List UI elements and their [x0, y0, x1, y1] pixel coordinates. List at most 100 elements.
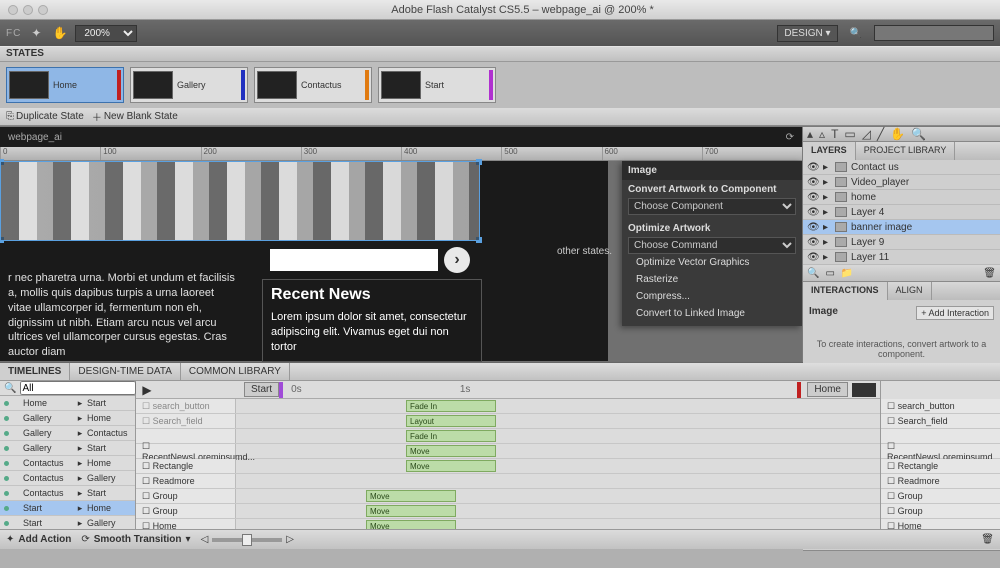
- transition-row[interactable]: Gallery▸Start: [0, 441, 135, 456]
- visibility-icon[interactable]: 👁: [807, 162, 819, 173]
- timeline-trash-icon[interactable]: 🗑: [981, 534, 994, 545]
- transition-row[interactable]: Contactus▸Gallery: [0, 471, 135, 486]
- visibility-icon[interactable]: 👁: [807, 192, 819, 203]
- transition-row[interactable]: Gallery▸Contactus: [0, 426, 135, 441]
- timeline-track[interactable]: ☐ search_buttonFade In: [136, 399, 880, 414]
- playhead-end[interactable]: [797, 382, 801, 398]
- timeline-filter-input[interactable]: [20, 381, 136, 395]
- close-dot[interactable]: [8, 5, 18, 15]
- zoom-select[interactable]: 200%: [75, 25, 137, 42]
- document-tab[interactable]: webpage_ai: [8, 132, 62, 143]
- choose-component-select[interactable]: Choose Component: [628, 198, 796, 215]
- text-tool-icon[interactable]: T: [831, 127, 838, 141]
- tab-design-time-data[interactable]: DESIGN-TIME DATA: [70, 363, 181, 380]
- effect-bar[interactable]: Layout: [406, 415, 496, 427]
- visibility-icon[interactable]: 👁: [807, 207, 819, 218]
- visibility-icon[interactable]: 👁: [807, 222, 819, 233]
- effect-bar[interactable]: Fade In: [406, 400, 496, 412]
- tab-interactions[interactable]: INTERACTIONS: [803, 282, 888, 300]
- transition-row[interactable]: Contactus▸Start: [0, 486, 135, 501]
- effect-bar[interactable]: Move: [406, 460, 496, 472]
- hand-tool-icon[interactable]: ✋: [51, 24, 69, 42]
- layer-row[interactable]: 👁▸Layer 4: [803, 205, 1000, 220]
- effect-bar[interactable]: Move: [366, 505, 456, 517]
- timeline-track[interactable]: ☐ Search_fieldLayout: [136, 414, 880, 429]
- hand-tool-icon-2[interactable]: ✋: [890, 127, 905, 141]
- layer-row[interactable]: 👁▸home: [803, 190, 1000, 205]
- timeline-track[interactable]: ☐ RecentNewsLoremipsumd...Move: [136, 444, 880, 459]
- search-field[interactable]: [270, 249, 438, 271]
- zoom-dot[interactable]: [38, 5, 48, 15]
- timeline-track-end: ☐ Rectangle: [881, 459, 1000, 474]
- choose-command-select[interactable]: Choose Command: [628, 237, 796, 254]
- transition-row[interactable]: Start▸Gallery: [0, 516, 135, 529]
- timeline-track[interactable]: ☐ HomeMove: [136, 519, 880, 529]
- add-action-button[interactable]: ✦ Add Action: [6, 534, 71, 545]
- state-home[interactable]: Home: [6, 67, 124, 103]
- new-blank-state-button[interactable]: ＋ New Blank State: [92, 109, 178, 124]
- visibility-icon[interactable]: 👁: [807, 177, 819, 188]
- optimize-option[interactable]: Compress...: [628, 288, 796, 305]
- timeline-track-end: ☐ search_button: [881, 399, 1000, 414]
- shape-tool-icon[interactable]: ◿: [862, 127, 871, 141]
- direct-select-icon[interactable]: ▵: [819, 127, 825, 141]
- layer-row[interactable]: 👁▸Video_player: [803, 175, 1000, 190]
- layer-new-icon[interactable]: ▭: [825, 268, 834, 279]
- tab-timelines[interactable]: TIMELINES: [0, 363, 70, 380]
- visibility-icon[interactable]: 👁: [807, 237, 819, 248]
- min-dot[interactable]: [23, 5, 33, 15]
- smooth-transition-button[interactable]: ⟳ Smooth Transition ▾: [81, 534, 190, 545]
- timeline-track[interactable]: Fade In: [136, 429, 880, 444]
- workspace-design-button[interactable]: DESIGN ▾: [777, 25, 837, 42]
- optimize-option[interactable]: Rasterize: [628, 271, 796, 288]
- state-contactus[interactable]: Contactus: [254, 67, 372, 103]
- timeline-track[interactable]: ☐ RectangleMove: [136, 459, 880, 474]
- transition-row[interactable]: Contactus▸Home: [0, 456, 135, 471]
- banner-image[interactable]: [0, 161, 480, 241]
- transition-row[interactable]: Start▸Home: [0, 501, 135, 516]
- layer-row[interactable]: 👁▸banner image: [803, 220, 1000, 235]
- tab-project-library[interactable]: PROJECT LIBRARY: [856, 142, 956, 160]
- layer-icon: [835, 237, 847, 247]
- effect-bar[interactable]: Fade In: [406, 430, 496, 442]
- play-button[interactable]: ▶: [136, 383, 158, 397]
- timeline-track[interactable]: ☐ Readmore: [136, 474, 880, 489]
- window-title: Adobe Flash Catalyst CS5.5 – webpage_ai …: [53, 4, 992, 16]
- rect-tool-icon[interactable]: ▭: [844, 127, 855, 141]
- line-tool-icon[interactable]: ╱: [877, 127, 884, 141]
- timeline-filter-icon[interactable]: 🔍: [4, 383, 16, 394]
- state-start[interactable]: Start: [378, 67, 496, 103]
- tab-align[interactable]: ALIGN: [888, 282, 932, 300]
- duplicate-state-button[interactable]: ⎘ Duplicate State: [6, 111, 84, 122]
- effect-bar[interactable]: Move: [406, 445, 496, 457]
- pointer-tool-icon[interactable]: ✦: [27, 24, 45, 42]
- search-go-button[interactable]: ›: [444, 247, 470, 273]
- timeline-state-start: Start: [244, 382, 279, 397]
- timeline-track[interactable]: ☐ GroupMove: [136, 504, 880, 519]
- transition-row[interactable]: Gallery▸Home: [0, 411, 135, 426]
- add-interaction-button[interactable]: + Add Interaction: [916, 306, 994, 320]
- layer-trash-icon[interactable]: 🗑: [983, 268, 996, 279]
- tab-layers[interactable]: LAYERS: [803, 142, 856, 160]
- transition-row[interactable]: Home▸Start: [0, 396, 135, 411]
- optimize-option[interactable]: Convert to Linked Image: [628, 305, 796, 322]
- tab-common-library[interactable]: COMMON LIBRARY: [181, 363, 290, 380]
- state-gallery[interactable]: Gallery: [130, 67, 248, 103]
- effect-bar[interactable]: Move: [366, 520, 456, 529]
- artboard[interactable]: r nec pharetra urna. Morbi et undum et f…: [0, 161, 608, 361]
- visibility-icon[interactable]: 👁: [807, 252, 819, 263]
- layer-row[interactable]: 👁▸Layer 9: [803, 235, 1000, 250]
- layer-row[interactable]: 👁▸Contact us: [803, 160, 1000, 175]
- timeline-track[interactable]: ☐ GroupMove: [136, 489, 880, 504]
- refresh-icon[interactable]: ⟳: [786, 132, 794, 143]
- select-tool-icon[interactable]: ▴: [807, 127, 813, 141]
- zoom-tool-icon[interactable]: 🔍: [911, 127, 926, 141]
- search-icon: 🔍: [850, 28, 862, 39]
- timeline-zoom-slider[interactable]: [212, 538, 282, 542]
- search-input[interactable]: [874, 25, 994, 41]
- layer-folder-icon[interactable]: 📁: [841, 268, 853, 279]
- optimize-option[interactable]: Optimize Vector Graphics: [628, 254, 796, 271]
- layer-search-icon[interactable]: 🔍: [807, 268, 819, 279]
- effect-bar[interactable]: Move: [366, 490, 456, 502]
- layer-row[interactable]: 👁▸Layer 11: [803, 250, 1000, 265]
